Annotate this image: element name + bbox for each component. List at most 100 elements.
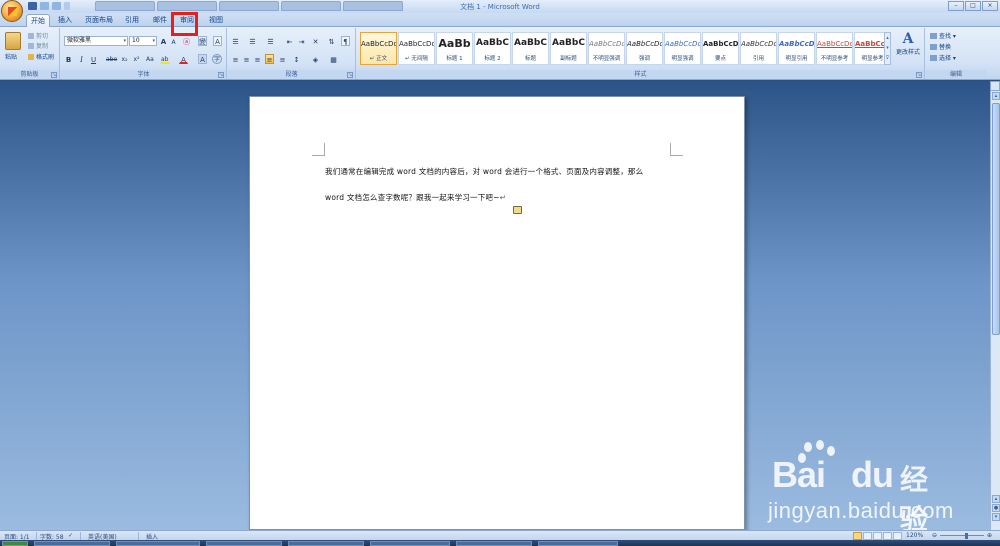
char-shading-button[interactable]: A [198, 54, 207, 64]
tab-references[interactable]: 引用 [120, 14, 144, 27]
taskbar-item[interactable] [456, 541, 532, 546]
style-quote[interactable]: AaBbCcDd 引用 [740, 32, 777, 65]
zoom-slider[interactable] [940, 535, 984, 536]
style-subtle-reference[interactable]: AaBbCcDd 不明显参考 [816, 32, 853, 65]
copy-button[interactable]: 复制 [28, 41, 48, 50]
multilevel-list-icon[interactable]: ☰ [266, 36, 275, 46]
enclose-char-button[interactable]: 字 [212, 54, 222, 64]
subscript-button[interactable]: x₂ [120, 54, 129, 64]
char-border-button[interactable]: A [213, 36, 222, 46]
document-line-2[interactable]: word 文档怎么查字数呢？跟我一起来学习一下吧~↵ [325, 192, 506, 203]
sort-icon[interactable]: ⇅ [327, 36, 336, 46]
close-button[interactable]: × [982, 1, 998, 11]
draft-view-icon[interactable] [893, 532, 902, 540]
style-normal[interactable]: AaBbCcDd ↵ 正文 [360, 32, 397, 65]
font-name-combo[interactable]: 微软雅黑 ▾ [64, 36, 128, 46]
outline-view-icon[interactable] [883, 532, 892, 540]
taskbar-item[interactable] [34, 541, 110, 546]
full-screen-reading-view-icon[interactable] [863, 532, 872, 540]
tab-page-layout[interactable]: 页面布局 [82, 14, 116, 27]
highlight-button[interactable]: ab [160, 54, 170, 64]
align-center-icon[interactable]: ≡ [242, 54, 251, 64]
underline-button[interactable]: U [89, 54, 98, 64]
scroll-up-icon[interactable]: ▴ [992, 92, 1000, 100]
zoom-level[interactable]: 120% [906, 532, 923, 539]
style-heading-2[interactable]: AaBbC 标题 2 [474, 32, 511, 65]
style-intense-emphasis[interactable]: AaBbCcDd 明显强调 [664, 32, 701, 65]
taskbar-item[interactable] [370, 541, 450, 546]
maximize-button[interactable]: □ [965, 1, 981, 11]
chinese-layout-icon[interactable]: ✕ [311, 36, 320, 46]
style-heading-1[interactable]: AaBb 标题 1 [436, 32, 473, 65]
shading-icon[interactable]: ◈ [311, 54, 320, 64]
style-no-spacing[interactable]: AaBbCcDd ↵ 无间隔 [398, 32, 435, 65]
zoom-slider-thumb[interactable] [965, 533, 968, 539]
next-page-icon[interactable]: ▾ [992, 513, 1000, 521]
paste-label[interactable]: 粘贴 [5, 52, 17, 61]
styles-gallery-scroll[interactable]: ▴ ▾ ⊽ [884, 32, 891, 65]
style-intense-quote[interactable]: AaBbCcDd 明显引用 [778, 32, 815, 65]
print-layout-view-icon[interactable] [853, 532, 862, 540]
pinyin-button[interactable]: 變 [198, 36, 207, 46]
taskbar-item[interactable] [538, 541, 618, 546]
browse-object-icon[interactable]: ● [992, 504, 1000, 512]
style-strong[interactable]: AaBbCcDd 要点 [702, 32, 739, 65]
italic-button[interactable]: I [77, 54, 86, 64]
bold-button[interactable]: B [64, 54, 73, 64]
style-emphasis[interactable]: AaBbCcDd 强调 [626, 32, 663, 65]
prev-page-icon[interactable]: ▴ [992, 495, 1000, 503]
align-right-icon[interactable]: ≡ [253, 54, 262, 64]
clear-format-button[interactable]: ⓐ [182, 36, 191, 46]
increase-indent-icon[interactable]: ⇥ [297, 36, 306, 46]
tab-view[interactable]: 视图 [204, 14, 228, 27]
select-button[interactable]: 选择 ▾ [930, 53, 956, 62]
proofing-icon[interactable]: ✓ [68, 532, 73, 539]
find-button[interactable]: 查找 ▾ [930, 31, 956, 40]
grow-font-button[interactable]: A [159, 36, 168, 46]
numbering-icon[interactable]: ☰ [248, 36, 257, 46]
bullets-icon[interactable]: ☰ [231, 36, 240, 46]
font-color-button[interactable]: A [179, 54, 188, 64]
justify-icon[interactable]: ≡ [265, 54, 274, 64]
style-subtle-emphasis[interactable]: AaBbCcDd 不明显强调 [588, 32, 625, 65]
zoom-in-icon[interactable]: ⊕ [987, 532, 992, 539]
taskbar-item[interactable] [116, 541, 200, 546]
start-button[interactable] [2, 541, 28, 546]
document-line-1[interactable]: 我们通常在编辑完成 word 文档的内容后，对 word 会进行一个格式、页面及… [325, 166, 643, 177]
scroll-thumb[interactable] [992, 103, 1000, 335]
font-size-combo[interactable]: 10 ▾ [129, 36, 157, 46]
replace-button[interactable]: 替换 [930, 42, 951, 51]
paste-icon[interactable] [5, 32, 21, 50]
superscript-button[interactable]: x² [132, 54, 141, 64]
minimize-button[interactable]: – [948, 1, 964, 11]
document-page[interactable]: 我们通常在编辑完成 word 文档的内容后，对 word 会进行一个格式、页面及… [249, 96, 745, 530]
align-left-icon[interactable]: ≡ [231, 54, 240, 64]
taskbar-item[interactable] [206, 541, 282, 546]
tab-home[interactable]: 开始 [26, 14, 50, 27]
tab-insert[interactable]: 插入 [54, 14, 76, 27]
cut-button[interactable]: 剪切 [28, 31, 48, 40]
vertical-scrollbar[interactable]: ▴ ▴ ● ▾ [990, 91, 1000, 530]
borders-icon[interactable]: ▦ [329, 54, 338, 64]
line-spacing-icon[interactable]: ↕ [292, 54, 301, 64]
zoom-out-icon[interactable]: ⊖ [932, 532, 937, 539]
clipboard-launcher-icon[interactable]: ↘ [51, 72, 57, 78]
shrink-font-button[interactable]: A [169, 37, 178, 47]
strikethrough-button[interactable]: abe [105, 54, 118, 64]
change-case-button[interactable]: Aa [145, 54, 155, 64]
format-painter-button[interactable]: 格式刷 [28, 52, 54, 61]
ruler-toggle-icon[interactable] [990, 81, 1000, 91]
decrease-indent-icon[interactable]: ⇤ [285, 36, 294, 46]
font-launcher-icon[interactable]: ↘ [218, 72, 224, 78]
paste-options-icon[interactable] [513, 206, 522, 214]
styles-launcher-icon[interactable]: ↘ [916, 72, 922, 78]
style-subtitle[interactable]: AaBbC 副标题 [550, 32, 587, 65]
paragraph-launcher-icon[interactable]: ↘ [347, 72, 353, 78]
style-title[interactable]: AaBbC 标题 [512, 32, 549, 65]
tab-mailings[interactable]: 邮件 [148, 14, 172, 27]
taskbar-item[interactable] [288, 541, 364, 546]
change-styles-button[interactable]: A 更改样式 [894, 31, 922, 56]
show-marks-icon[interactable]: ¶ [341, 36, 350, 46]
web-layout-view-icon[interactable] [873, 532, 882, 540]
distributed-icon[interactable]: ≡ [278, 54, 287, 64]
